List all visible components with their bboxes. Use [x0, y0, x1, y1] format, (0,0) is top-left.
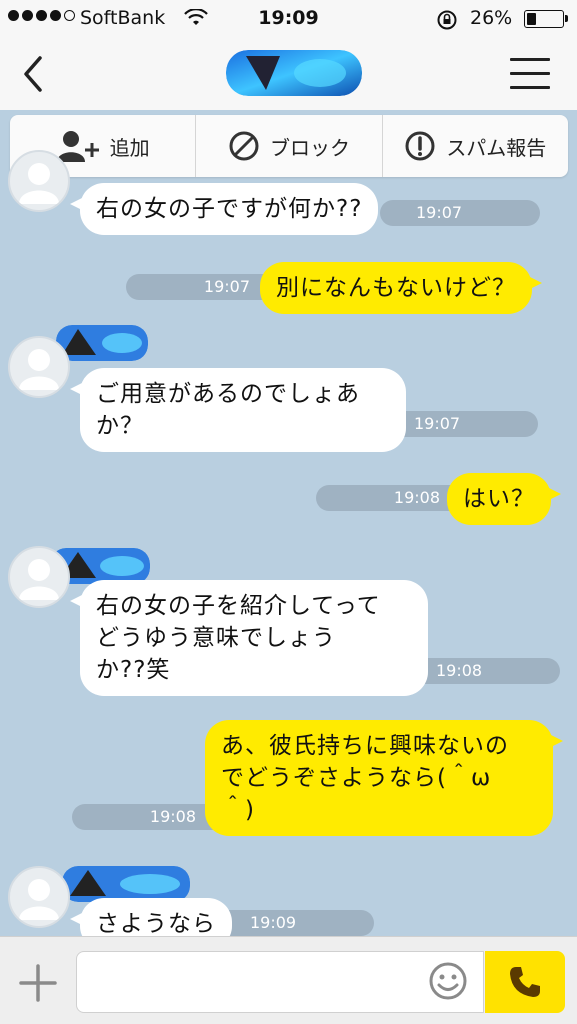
block-label: ブロック [269, 135, 350, 160]
block-button[interactable]: ブロック [196, 115, 383, 177]
exclamation-circle-icon [405, 131, 435, 161]
add-user-icon [56, 131, 99, 162]
hamburger-menu-icon[interactable] [510, 58, 550, 90]
message-line: ＾) [221, 797, 255, 823]
report-spam-button[interactable]: スパム報告 [383, 115, 568, 177]
message-input[interactable] [76, 951, 484, 1013]
sender-avatar[interactable] [8, 546, 70, 608]
outgoing-message[interactable]: 別になんもないけど？ [260, 262, 542, 314]
battery-level-fill [527, 13, 536, 25]
navigation-bar [0, 38, 577, 110]
status-bar: SoftBank 19:09 26% [0, 0, 577, 38]
sender-name-redacted [62, 866, 190, 902]
battery-tip [565, 15, 568, 22]
plus-icon[interactable] [18, 963, 58, 1003]
message-line: か？ [96, 413, 144, 439]
message-line: ご用意があるのでしょあ [96, 381, 360, 407]
message-line: でどうぞさようなら(＾ω [221, 765, 492, 791]
incoming-message[interactable]: 右の女の子を紹介してって どうゆう意味でしょう か??笑 [70, 580, 428, 696]
smiley-icon[interactable] [428, 961, 468, 1001]
sender-avatar[interactable] [8, 336, 70, 398]
add-friend-label: 追加 [109, 135, 150, 160]
default-user-icon [19, 559, 59, 600]
block-icon [229, 131, 259, 161]
message-line: 別になんもないけど？ [276, 275, 516, 301]
chevron-left-icon[interactable] [18, 54, 48, 94]
sender-avatar[interactable] [8, 866, 70, 928]
message-line: か??笑 [96, 657, 171, 683]
outgoing-message[interactable]: はい？ [447, 473, 561, 525]
message-line: あ、彼氏持ちに興味ないの [221, 733, 509, 759]
contact-name-redacted [226, 50, 362, 96]
report-spam-label: スパム報告 [446, 135, 547, 160]
message-line: はい？ [463, 486, 535, 512]
message-time: 19:09 [210, 910, 374, 936]
battery-percent: 26% [470, 7, 513, 29]
message-input-bar [0, 936, 577, 1024]
default-user-icon [19, 879, 59, 920]
outgoing-message[interactable]: あ、彼氏持ちに興味ないの でどうぞさようなら(＾ω ＾) [205, 720, 563, 836]
phone-icon [510, 967, 540, 997]
action-bar: 追加 ブロック スパム報告 [10, 115, 568, 177]
incoming-message[interactable]: ご用意があるのでしょあ か？ [70, 368, 406, 452]
message-line: 右の女の子ですが何か?? [96, 196, 363, 222]
call-button[interactable] [485, 951, 565, 1013]
default-user-icon [19, 163, 59, 204]
message-time: 19:07 [380, 200, 540, 226]
message-line: どうゆう意味でしょう [96, 625, 336, 651]
incoming-message[interactable]: 右の女の子ですが何か?? [69, 183, 379, 235]
rotation-lock-icon [437, 10, 457, 30]
default-user-icon [19, 349, 59, 390]
battery-icon [524, 10, 564, 28]
sender-name-redacted [56, 325, 148, 361]
message-line: 右の女の子を紹介してって [96, 593, 381, 619]
sender-avatar[interactable] [8, 150, 70, 212]
